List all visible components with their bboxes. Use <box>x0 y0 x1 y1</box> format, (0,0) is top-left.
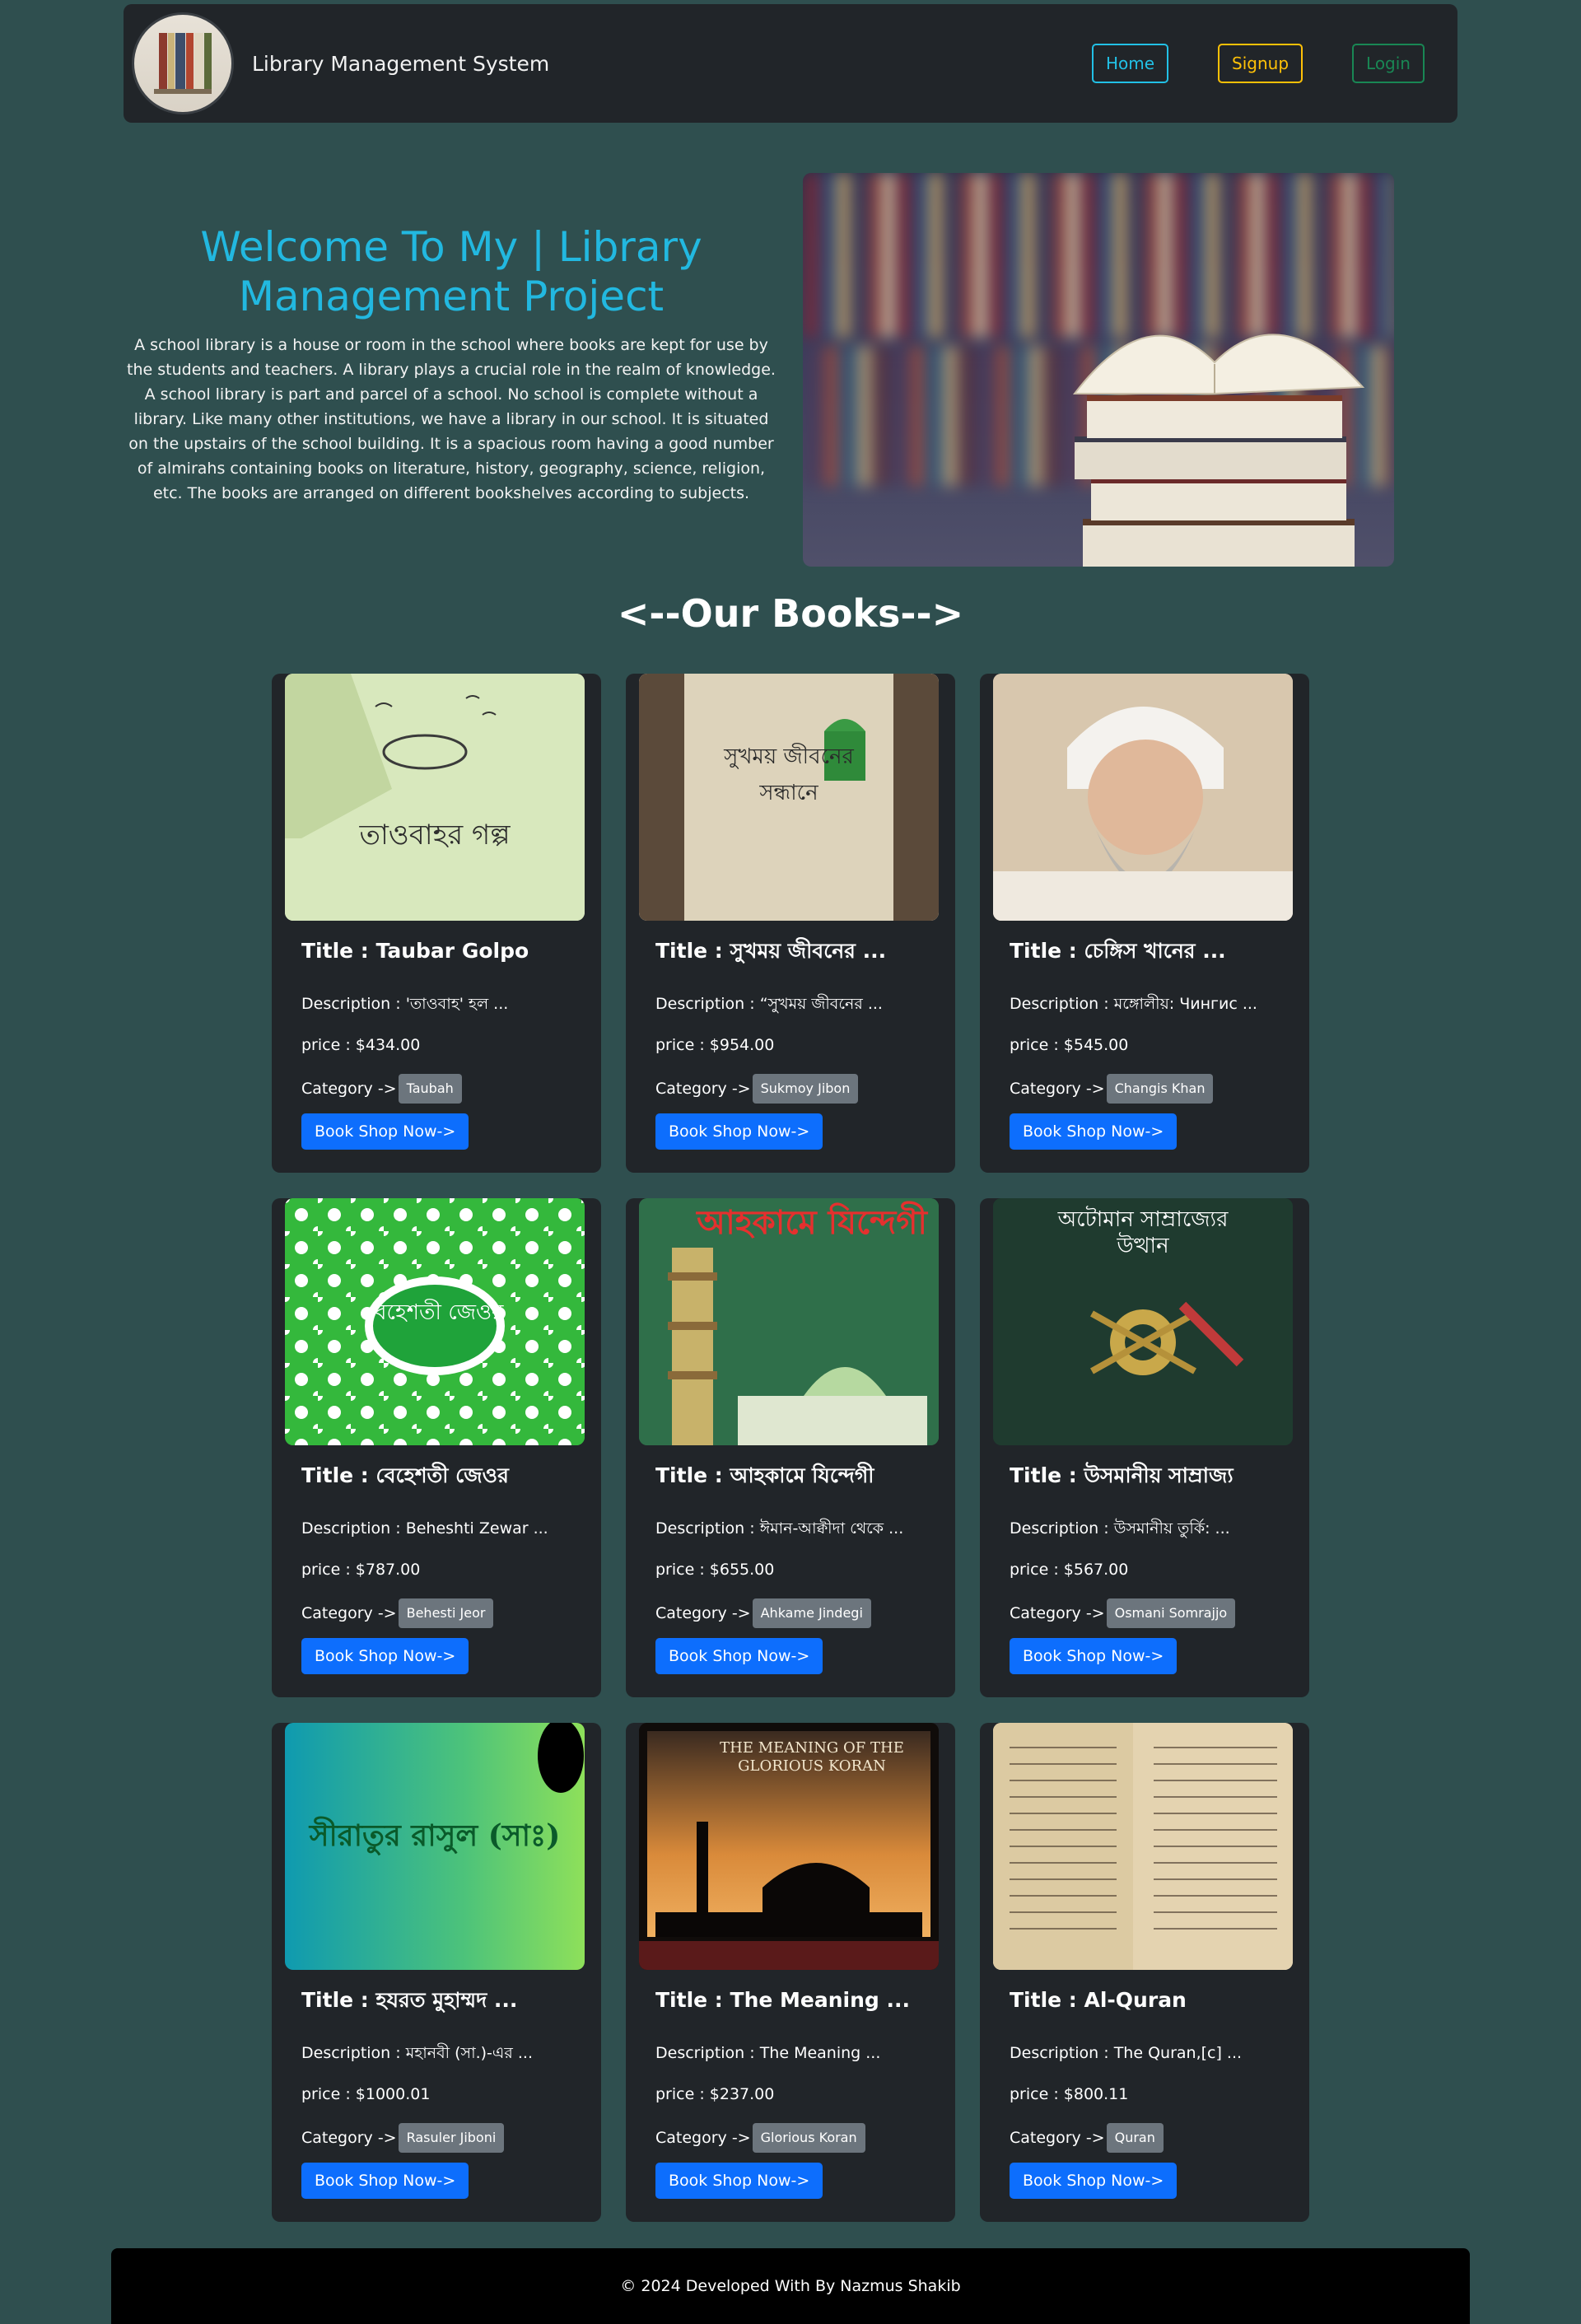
category-badge: Osmani Somrajjo <box>1106 1598 1236 1628</box>
cover-title: THE MEANING OF THE GLORIOUS KORAN <box>720 1739 904 1775</box>
book-category: Category -> Taubah <box>301 1071 571 1107</box>
book-description: Description : The Meaning ... <box>655 2044 881 2062</box>
book-cover-image[interactable]: আহকামে যিন্দেগী <box>639 1198 939 1445</box>
book-price: price : $954.00 <box>655 1036 775 1054</box>
brand-name[interactable]: Library Management System <box>252 52 549 76</box>
book-title: Title : The Meaning ... <box>655 1988 910 2012</box>
book-description: Description : 'তাওবাহ' হল ... <box>301 995 509 1013</box>
cover-title: তাওবাহর গল্প <box>359 819 511 852</box>
book-category: Category -> Sukmoy Jibon <box>655 1071 926 1107</box>
book-card: সীরাতুর রাসুল (সাঃ) Title : হযরত মুহাম্ম… <box>272 1723 601 2222</box>
book-card: Title : Al-Quran Description : The Quran… <box>980 1723 1309 2222</box>
book-shop-now-button[interactable]: Book Shop Now-> <box>301 1113 469 1150</box>
book-cover-image[interactable]: সুখময় জীবনের সন্ধানে <box>639 674 939 921</box>
category-badge: Ahkame Jindegi <box>752 1598 871 1628</box>
book-title: Title : Taubar Golpo <box>301 939 529 963</box>
book-shop-now-button[interactable]: Book Shop Now-> <box>655 1113 823 1150</box>
book-category: Category -> Behesti Jeor <box>301 1595 571 1631</box>
book-shop-now-button[interactable]: Book Shop Now-> <box>301 1638 469 1674</box>
book-price: price : $567.00 <box>1010 1561 1129 1579</box>
our-books-heading: <--Our Books--> <box>617 591 964 636</box>
cover-title: অটোমান সাম্রাজ্যের উত্থান <box>1057 1207 1229 1258</box>
book-price: price : $434.00 <box>301 1036 421 1054</box>
book-price: price : $800.11 <box>1010 2085 1129 2103</box>
book-price: price : $787.00 <box>301 1561 421 1579</box>
hero-description: A school library is a house or room in t… <box>127 336 776 502</box>
footer-text: © 2024 Developed With By Nazmus Shakib <box>620 2277 961 2295</box>
book-description: Description : উসমানীয় তুর্কি: ... <box>1010 1519 1230 1538</box>
book-card: Title : চেঙ্গিস খানের ... Description : … <box>980 674 1309 1173</box>
book-card: অটোমান সাম্রাজ্যের উত্থান Title : উসমানী… <box>980 1198 1309 1697</box>
book-description: Description : মঙ্গোলীয়: Чингис ... <box>1010 995 1257 1013</box>
cover-title: আহকামে যিন্দেগী <box>697 1203 927 1242</box>
book-description: Description : ঈমান-আক্বীদা থেকে ... <box>655 1519 904 1538</box>
book-cover-image[interactable]: তাওবাহর গল্প <box>285 674 585 921</box>
book-description: Description : মহানবী (সা.)-এর ... <box>301 2044 533 2062</box>
nav-links: Home Signup Login <box>1091 44 1425 83</box>
book-price: price : $1000.01 <box>301 2085 431 2103</box>
book-cover-image[interactable]: সীরাতুর রাসুল (সাঃ) <box>285 1723 585 1970</box>
book-cover-image[interactable]: অটোমান সাম্রাজ্যের উত্থান <box>993 1198 1293 1445</box>
book-cover-image[interactable]: THE MEANING OF THE GLORIOUS KORAN <box>639 1723 939 1970</box>
book-category: Category -> Ahkame Jindegi <box>655 1595 926 1631</box>
book-title: Title : হযরত মুহাম্মদ ... <box>301 1988 518 2012</box>
book-title: Title : Al-Quran <box>1010 1988 1187 2012</box>
hero-text: Welcome To My | Library Management Proje… <box>122 222 781 506</box>
book-cover-image[interactable] <box>993 674 1293 921</box>
book-title: Title : চেঙ্গিস খানের ... <box>1010 939 1226 963</box>
category-badge: Quran <box>1106 2123 1164 2153</box>
book-card: আহকামে যিন্দেগী Title : আহকামে যিন্দেগী … <box>626 1198 955 1697</box>
category-badge: Sukmoy Jibon <box>752 1074 859 1104</box>
book-title: Title : উসমানীয় সাম্রাজ্য <box>1010 1463 1234 1487</box>
book-shop-now-button[interactable]: Book Shop Now-> <box>301 2163 469 2199</box>
book-shop-now-button[interactable]: Book Shop Now-> <box>655 2163 823 2199</box>
cover-title: সুখময় জীবনের সন্ধানে <box>724 744 854 805</box>
book-shop-now-button[interactable]: Book Shop Now-> <box>1010 1113 1178 1150</box>
book-shop-now-button[interactable]: Book Shop Now-> <box>1010 1638 1178 1674</box>
book-description: Description : “সুখময় জীবনের ... <box>655 995 883 1013</box>
hero-title: Welcome To My | Library Management Proje… <box>200 223 702 320</box>
book-category: Category -> Quran <box>1010 2120 1280 2156</box>
hero-books-image <box>803 173 1394 567</box>
book-cover-image[interactable]: বেহেশতী জেওর <box>285 1198 585 1445</box>
book-category: Category -> Osmani Somrajjo <box>1010 1595 1280 1631</box>
book-description: Description : Beheshti Zewar ... <box>301 1519 548 1538</box>
home-button[interactable]: Home <box>1091 44 1169 83</box>
category-badge: Rasuler Jiboni <box>398 2123 505 2153</box>
footer: © 2024 Developed With By Nazmus Shakib <box>111 2248 1470 2324</box>
book-category: Category -> Changis Khan <box>1010 1071 1280 1107</box>
cover-title: সীরাতুর রাসুল (সাঃ) <box>309 1818 561 1853</box>
signup-button[interactable]: Signup <box>1218 44 1304 83</box>
book-category: Category -> Glorious Koran <box>655 2120 926 2156</box>
library-logo[interactable] <box>132 12 234 114</box>
book-price: price : $545.00 <box>1010 1036 1129 1054</box>
book-shop-now-button[interactable]: Book Shop Now-> <box>1010 2163 1178 2199</box>
book-cover-image[interactable] <box>993 1723 1293 1970</box>
book-price: price : $237.00 <box>655 2085 775 2103</box>
book-category: Category -> Rasuler Jiboni <box>301 2120 571 2156</box>
book-shop-now-button[interactable]: Book Shop Now-> <box>655 1638 823 1674</box>
category-badge: Taubah <box>398 1074 462 1104</box>
category-badge: Changis Khan <box>1106 1074 1214 1104</box>
category-badge: Behesti Jeor <box>398 1598 494 1628</box>
category-badge: Glorious Koran <box>752 2123 865 2153</box>
book-title: Title : সুখময় জীবনের ... <box>655 939 887 963</box>
cover-title: বেহেশতী জেওর <box>366 1300 504 1325</box>
login-button[interactable]: Login <box>1352 44 1425 83</box>
book-card: তাওবাহর গল্প Title : Taubar Golpo Descri… <box>272 674 601 1173</box>
book-card: THE MEANING OF THE GLORIOUS KORAN Title … <box>626 1723 955 2222</box>
book-description: Description : The Quran,[c] ... <box>1010 2044 1243 2062</box>
book-title: Title : বেহেশতী জেওর <box>301 1463 509 1487</box>
book-price: price : $655.00 <box>655 1561 775 1579</box>
navbar: Library Management System Home Signup Lo… <box>124 4 1457 123</box>
book-card: সুখময় জীবনের সন্ধানে Title : সুখময় জীব… <box>626 674 955 1173</box>
book-card: বেহেশতী জেওর Title : বেহেশতী জেওর Descri… <box>272 1198 601 1697</box>
book-title: Title : আহকামে যিন্দেগী <box>655 1463 874 1487</box>
